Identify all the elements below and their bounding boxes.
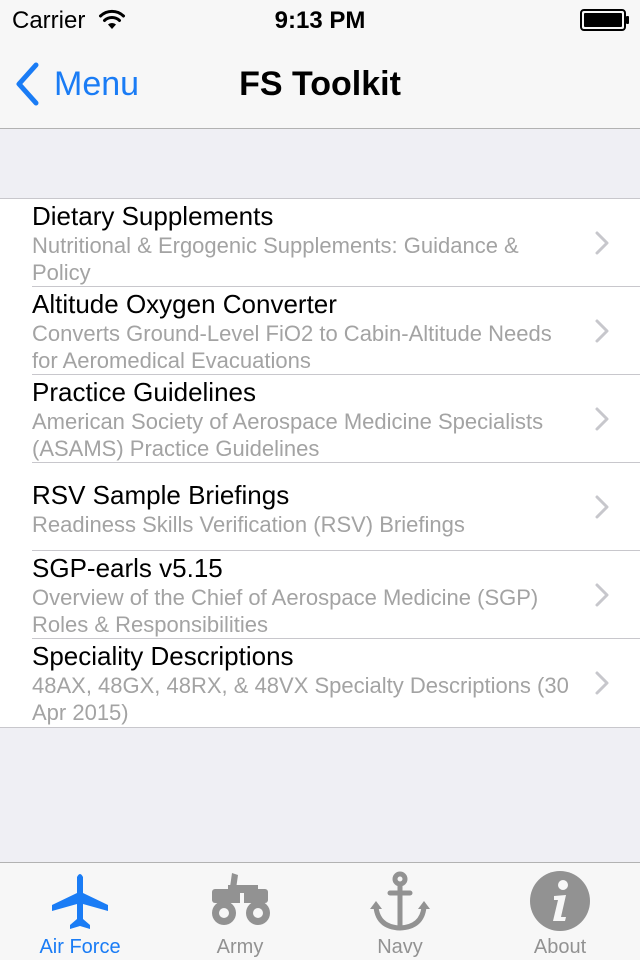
tab-air-force[interactable]: Air Force — [0, 863, 160, 960]
row-title: SGP-earls v5.15 — [32, 553, 223, 583]
page-title: FS Toolkit — [239, 65, 401, 103]
table-row-rsv-sample-briefings[interactable]: RSV Sample Briefings Readiness Skills Ve… — [0, 463, 640, 551]
tab-bar: Air Force Army Navy About — [0, 862, 640, 960]
row-subtitle: American Society of Aerospace Medicine S… — [32, 409, 544, 461]
tab-label: Army — [216, 936, 264, 958]
status-time: 9:13 PM — [274, 7, 366, 34]
chevron-right-icon — [595, 495, 609, 519]
row-title: Practice Guidelines — [32, 377, 256, 407]
table-row-dietary-supplements[interactable]: Dietary Supplements Nutritional & Ergoge… — [0, 199, 640, 287]
row-text: Speciality Descriptions 48AX, 48GX, 48RX… — [32, 639, 570, 726]
row-text: Altitude Oxygen Converter Converts Groun… — [32, 287, 570, 374]
menu-table: Dietary Supplements Nutritional & Ergoge… — [0, 198, 640, 728]
chevron-right-icon — [595, 671, 609, 695]
tab-army[interactable]: Army — [160, 863, 320, 960]
navigation-bar: Menu FS Toolkit — [0, 40, 640, 129]
row-title: Altitude Oxygen Converter — [32, 289, 337, 319]
table-row-practice-guidelines[interactable]: Practice Guidelines American Society of … — [0, 375, 640, 463]
table-row-sgp-earls[interactable]: SGP-earls v5.15 Overview of the Chief of… — [0, 551, 640, 639]
airplane-icon — [52, 874, 108, 929]
info-icon — [530, 871, 590, 931]
row-title: Dietary Supplements — [32, 201, 274, 231]
chevron-right-icon — [595, 407, 609, 431]
table-row-altitude-oxygen-converter[interactable]: Altitude Oxygen Converter Converts Groun… — [0, 287, 640, 375]
status-bar: Carrier 9:13 PM — [0, 0, 640, 40]
tab-label: Air Force — [39, 936, 121, 958]
table-row-speciality-descriptions[interactable]: Speciality Descriptions 48AX, 48GX, 48RX… — [0, 639, 640, 727]
chevron-right-icon — [595, 231, 609, 255]
row-text: Dietary Supplements Nutritional & Ergoge… — [32, 199, 570, 286]
tab-label: Navy — [377, 936, 423, 958]
row-title: RSV Sample Briefings — [32, 480, 290, 510]
chevron-right-icon — [595, 319, 609, 343]
row-subtitle: Nutritional & Ergogenic Supplements: Gui… — [32, 233, 519, 285]
row-text: SGP-earls v5.15 Overview of the Chief of… — [32, 551, 570, 638]
battery-icon — [580, 9, 629, 31]
chevron-right-icon — [595, 583, 609, 607]
screen: Carrier 9:13 PM Menu FS Toolkit Dietary … — [0, 0, 640, 960]
tab-navy[interactable]: Navy — [320, 863, 480, 960]
row-subtitle: 48AX, 48GX, 48RX, & 48VX Specialty Descr… — [32, 673, 569, 725]
row-subtitle: Converts Ground-Level FiO2 to Cabin-Alti… — [32, 321, 552, 373]
row-subtitle: Overview of the Chief of Aerospace Medic… — [32, 585, 539, 637]
row-text: Practice Guidelines American Society of … — [32, 375, 570, 462]
tab-about[interactable]: About — [480, 863, 640, 960]
anchor-icon — [370, 871, 430, 931]
tab-label: About — [533, 936, 587, 958]
jeep-icon — [212, 873, 270, 925]
row-subtitle: Readiness Skills Verification (RSV) Brie… — [32, 512, 465, 537]
row-title: Speciality Descriptions — [32, 641, 294, 671]
row-text: RSV Sample Briefings Readiness Skills Ve… — [32, 463, 570, 538]
